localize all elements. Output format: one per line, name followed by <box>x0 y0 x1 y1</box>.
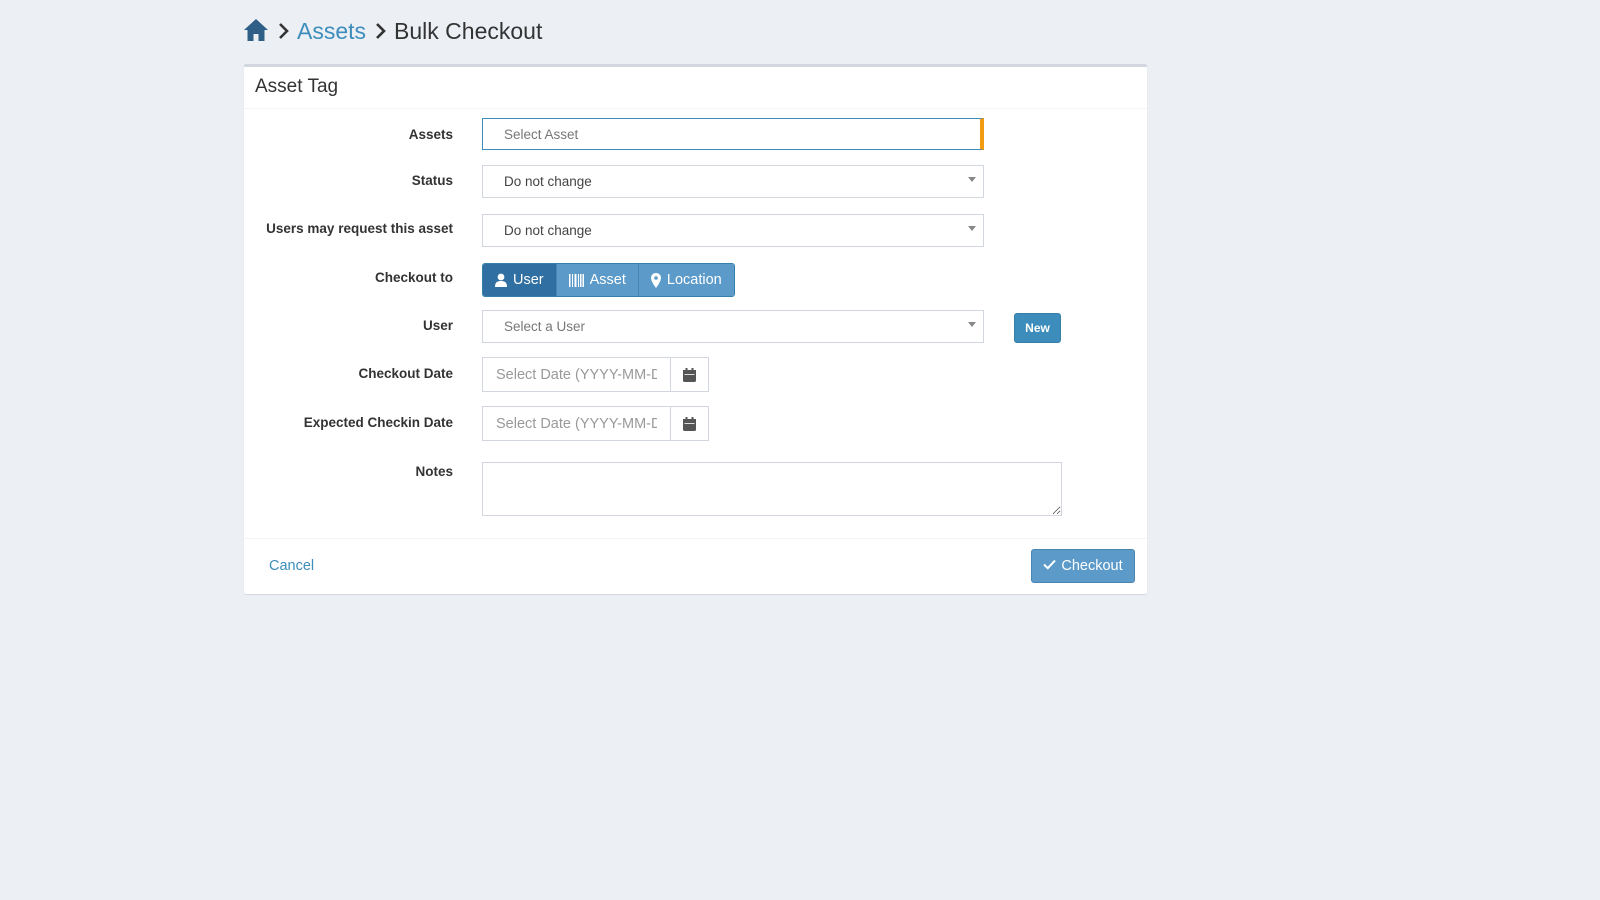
box-title: Asset Tag <box>255 76 339 97</box>
notes-textarea[interactable] <box>482 462 1062 516</box>
bulk-checkout-box: Asset Tag Assets Select Asset Status Do … <box>244 64 1147 594</box>
checkout-to-user-button[interactable]: User <box>483 264 557 296</box>
checkout-date-group <box>482 357 709 392</box>
assets-label: Assets <box>408 127 453 142</box>
checkout-date-label: Checkout Date <box>358 366 453 381</box>
checkout-to-asset-button[interactable]: Asset <box>556 264 639 296</box>
assets-select[interactable]: Select Asset <box>482 118 984 150</box>
checkout-to-asset-label: Asset <box>589 272 626 288</box>
checkout-to-label: Checkout to <box>374 270 453 285</box>
cancel-link[interactable]: Cancel <box>269 558 314 574</box>
check-icon <box>1043 558 1057 574</box>
checkout-button-label: Checkout <box>1061 558 1123 574</box>
checkout-to-location-button[interactable]: Location <box>638 264 734 296</box>
new-user-button[interactable]: New <box>1014 313 1061 343</box>
notes-label: Notes <box>415 464 453 479</box>
box-header: Asset Tag <box>244 67 1147 109</box>
expected-checkin-label: Expected Checkin Date <box>303 415 453 430</box>
status-value: Do not change <box>504 174 592 189</box>
checkout-to-toggle: User Asset Location <box>482 263 735 297</box>
home-icon[interactable] <box>243 18 269 44</box>
user-select[interactable]: Select a User <box>482 310 984 343</box>
user-icon <box>495 273 507 287</box>
breadcrumb-current: Bulk Checkout <box>394 17 543 44</box>
box-footer: Cancel Checkout <box>244 538 1147 594</box>
requestable-value: Do not change <box>504 223 592 238</box>
checkout-to-location-label: Location <box>666 272 722 288</box>
chevron-right-icon <box>277 22 289 40</box>
checkout-to-user-label: User <box>513 272 544 288</box>
breadcrumb: Assets Bulk Checkout <box>243 16 542 46</box>
caret-down-icon <box>968 322 976 327</box>
checkout-button[interactable]: Checkout <box>1031 549 1135 583</box>
expected-checkin-group <box>482 406 709 441</box>
expected-checkin-input[interactable] <box>482 406 671 441</box>
chevron-right-icon <box>374 22 386 40</box>
caret-down-icon <box>968 177 976 182</box>
requestable-label: Users may request this asset <box>266 221 453 236</box>
status-select[interactable]: Do not change <box>482 165 984 198</box>
status-label: Status <box>411 173 453 188</box>
checkout-date-input[interactable] <box>482 357 671 392</box>
barcode-icon <box>568 273 584 287</box>
breadcrumb-assets-link[interactable]: Assets <box>297 18 366 45</box>
requestable-select[interactable]: Do not change <box>482 214 984 247</box>
assets-placeholder: Select Asset <box>504 126 579 142</box>
user-placeholder: Select a User <box>504 319 586 334</box>
calendar-icon[interactable] <box>671 406 709 441</box>
calendar-icon[interactable] <box>671 357 709 392</box>
caret-down-icon <box>968 226 976 231</box>
user-label: User <box>422 318 453 333</box>
map-marker-icon <box>650 272 661 288</box>
